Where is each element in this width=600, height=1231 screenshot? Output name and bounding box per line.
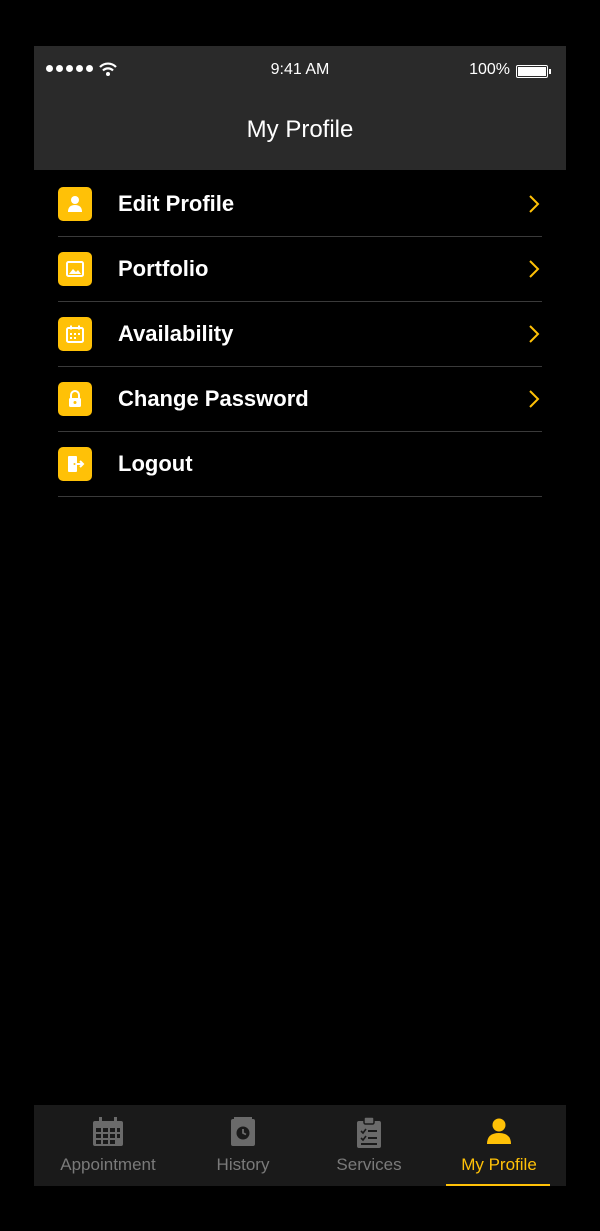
history-icon — [231, 1117, 255, 1146]
phone-screen: 9:41 AM 100% My Profile Edit Profile Por… — [34, 46, 566, 1186]
tab-label: Services — [336, 1155, 402, 1174]
tab-label: Appointment — [60, 1155, 156, 1174]
navigation-bar: My Profile — [34, 94, 566, 170]
menu-item-label: Edit Profile — [118, 191, 235, 216]
user-icon — [58, 187, 92, 221]
tab-my-profile[interactable]: My Profile — [434, 1105, 564, 1186]
chevron-right-icon — [529, 325, 540, 343]
menu-item-label: Change Password — [118, 386, 309, 411]
menu-item-label: Logout — [118, 451, 193, 476]
tab-appointment[interactable]: Appointment — [44, 1105, 172, 1186]
clipboard-icon — [357, 1117, 381, 1148]
tab-services[interactable]: Services — [312, 1105, 426, 1186]
image-icon — [58, 252, 92, 286]
menu-item-logout[interactable]: Logout — [58, 432, 542, 497]
logout-icon — [58, 447, 92, 481]
battery-percentage: 100% — [469, 61, 510, 78]
menu-item-edit-profile[interactable]: Edit Profile — [58, 172, 542, 237]
profile-menu: Edit Profile Portfolio Availability Chan… — [58, 172, 542, 497]
menu-item-label: Portfolio — [118, 256, 209, 281]
tab-bar: Appointment History Services My Profile — [34, 1105, 566, 1186]
menu-item-portfolio[interactable]: Portfolio — [58, 237, 542, 302]
chevron-right-icon — [529, 195, 540, 213]
tab-label: My Profile — [461, 1155, 537, 1174]
menu-item-change-password[interactable]: Change Password — [58, 367, 542, 432]
menu-item-label: Availability — [118, 321, 234, 346]
person-icon — [487, 1118, 511, 1144]
lock-icon — [58, 382, 92, 416]
active-tab-indicator — [446, 1184, 550, 1186]
chevron-right-icon — [529, 260, 540, 278]
tab-label: History — [216, 1155, 270, 1174]
calendar-icon — [58, 317, 92, 351]
page-title: My Profile — [246, 116, 354, 143]
tab-history[interactable]: History — [184, 1105, 302, 1186]
status-bar: 9:41 AM 100% — [34, 46, 566, 94]
chevron-right-icon — [529, 390, 540, 408]
menu-item-availability[interactable]: Availability — [58, 302, 542, 367]
battery-icon — [516, 65, 551, 78]
calendar-grid-icon — [93, 1117, 123, 1146]
